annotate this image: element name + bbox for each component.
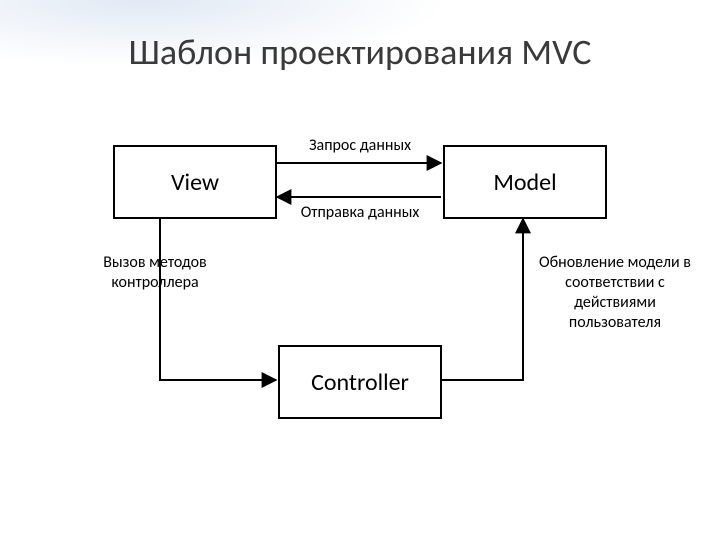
edge-label-controller-to-model: Обновление модели в соответствии с дейст… [530, 253, 700, 333]
edge-label-view-to-model: Запрос данных [275, 136, 445, 156]
node-model-label: Model [493, 168, 556, 197]
arrow-controller-to-model [440, 219, 523, 380]
node-controller-label: Controller [311, 368, 409, 397]
node-model: Model [443, 145, 607, 219]
page-title: Шаблон проектирования MVC [0, 30, 720, 74]
arrow-view-to-controller [160, 217, 276, 380]
edge-label-model-to-view: Отправка данных [275, 203, 445, 223]
edge-label-view-to-controller: Вызов методов контроллера [80, 253, 230, 293]
node-controller: Controller [278, 345, 442, 419]
node-view: View [113, 145, 277, 219]
node-view-label: View [171, 168, 219, 197]
slide: Шаблон проектирования MVC View Model Con… [0, 0, 720, 540]
